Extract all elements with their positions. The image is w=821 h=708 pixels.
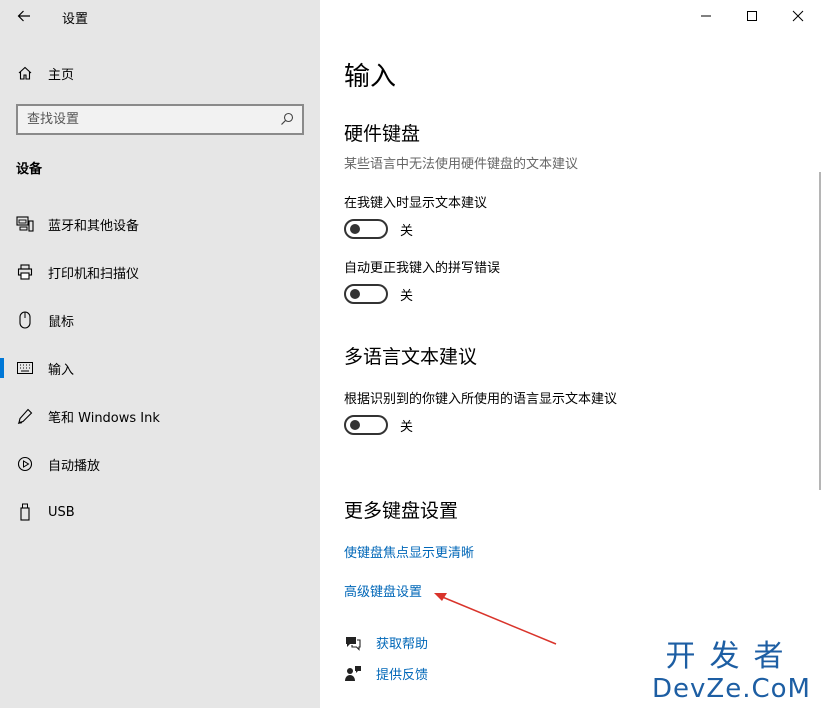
sidebar-item-label: 蓝牙和其他设备 bbox=[48, 218, 140, 234]
sidebar-item-label: 笔和 Windows Ink bbox=[48, 410, 160, 426]
sidebar-item-autoplay[interactable]: 自动播放 bbox=[0, 444, 320, 484]
toggle-state-text: 关 bbox=[400, 288, 414, 304]
home-icon bbox=[16, 64, 34, 82]
show-suggestions-label: 在我键入时显示文本建议 bbox=[344, 196, 488, 211]
sidebar-section-label: 设备 bbox=[16, 162, 43, 177]
feedback-label: 提供反馈 bbox=[376, 668, 429, 683]
hardware-keyboard-heading: 硬件键盘 bbox=[344, 123, 421, 145]
pen-icon bbox=[16, 407, 34, 425]
toggle-knob bbox=[350, 289, 360, 299]
autocorrect-row: 关 bbox=[344, 284, 413, 304]
advanced-keyboard-settings-link[interactable]: 高级键盘设置 bbox=[344, 581, 422, 600]
maximize-button[interactable] bbox=[729, 0, 775, 32]
multilingual-heading: 多语言文本建议 bbox=[344, 346, 478, 368]
mouse-icon bbox=[16, 311, 34, 329]
toggle-state-text: 关 bbox=[400, 223, 414, 239]
sidebar-item-label: 打印机和扫描仪 bbox=[48, 266, 140, 282]
back-button[interactable] bbox=[16, 8, 32, 24]
sidebar-item-pen[interactable]: 笔和 Windows Ink bbox=[0, 396, 320, 436]
sidebar-item-typing[interactable]: 输入 bbox=[0, 348, 320, 388]
main-panel: 输入 硬件键盘 某些语言中无法使用硬件键盘的文本建议 在我键入时显示文本建议 关… bbox=[320, 0, 821, 708]
toggle-knob bbox=[350, 420, 360, 430]
watermark: 开发者 DevZe.CoM bbox=[652, 639, 811, 705]
feedback-person-icon bbox=[344, 665, 362, 683]
search-box[interactable] bbox=[16, 104, 304, 135]
minimize-button[interactable] bbox=[683, 0, 729, 32]
autoplay-icon bbox=[16, 455, 34, 473]
usb-icon bbox=[16, 503, 34, 521]
sidebar-item-home[interactable]: 主页 bbox=[0, 53, 320, 93]
sidebar-item-mouse[interactable]: 鼠标 bbox=[0, 300, 320, 340]
toggle-knob bbox=[350, 224, 360, 234]
maximize-icon bbox=[747, 11, 757, 21]
search-input[interactable] bbox=[18, 106, 268, 133]
watermark-en: DevZe.CoM bbox=[652, 674, 811, 704]
sidebar-item-bluetooth[interactable]: 蓝牙和其他设备 bbox=[0, 204, 320, 244]
search-icon[interactable] bbox=[280, 112, 294, 126]
sidebar-item-label: USB bbox=[48, 504, 75, 520]
back-arrow-icon bbox=[17, 10, 30, 22]
autocorrect-label: 自动更正我键入的拼写错误 bbox=[344, 261, 501, 276]
keyboard-icon bbox=[16, 359, 34, 377]
watermark-cn: 开发者 bbox=[665, 639, 798, 674]
sidebar-item-label: 主页 bbox=[48, 67, 75, 83]
autocorrect-toggle[interactable] bbox=[344, 284, 388, 304]
printer-icon bbox=[16, 263, 34, 281]
show-suggestions-row: 关 bbox=[344, 219, 413, 239]
multilingual-toggle[interactable] bbox=[344, 415, 388, 435]
help-chat-icon bbox=[344, 634, 362, 652]
keyboard-focus-link[interactable]: 使键盘焦点显示更清晰 bbox=[344, 542, 474, 561]
hardware-keyboard-description: 某些语言中无法使用硬件键盘的文本建议 bbox=[344, 157, 579, 172]
sidebar-item-label: 自动播放 bbox=[48, 458, 101, 474]
minimize-icon bbox=[701, 15, 711, 17]
get-help-link[interactable]: 获取帮助 bbox=[344, 633, 428, 652]
close-button[interactable] bbox=[775, 0, 821, 32]
sidebar: 设置 主页 设备 蓝牙和其他设备 打印机和扫描仪 鼠标 bbox=[0, 0, 320, 708]
page-title: 输入 bbox=[344, 62, 397, 92]
show-suggestions-toggle[interactable] bbox=[344, 219, 388, 239]
sidebar-item-usb[interactable]: USB bbox=[0, 492, 320, 532]
sidebar-item-printers[interactable]: 打印机和扫描仪 bbox=[0, 252, 320, 292]
toggle-state-text: 关 bbox=[400, 419, 414, 435]
multilingual-label: 根据识别到的你键入所使用的语言显示文本建议 bbox=[344, 392, 618, 407]
sidebar-item-label: 输入 bbox=[48, 362, 75, 378]
app-title: 设置 bbox=[62, 12, 89, 27]
sidebar-item-label: 鼠标 bbox=[48, 314, 75, 330]
feedback-link[interactable]: 提供反馈 bbox=[344, 664, 428, 683]
close-icon bbox=[792, 10, 804, 22]
multilingual-row: 关 bbox=[344, 415, 413, 435]
bluetooth-devices-icon bbox=[16, 215, 34, 233]
get-help-label: 获取帮助 bbox=[376, 637, 429, 652]
more-keyboard-heading: 更多键盘设置 bbox=[344, 500, 459, 522]
